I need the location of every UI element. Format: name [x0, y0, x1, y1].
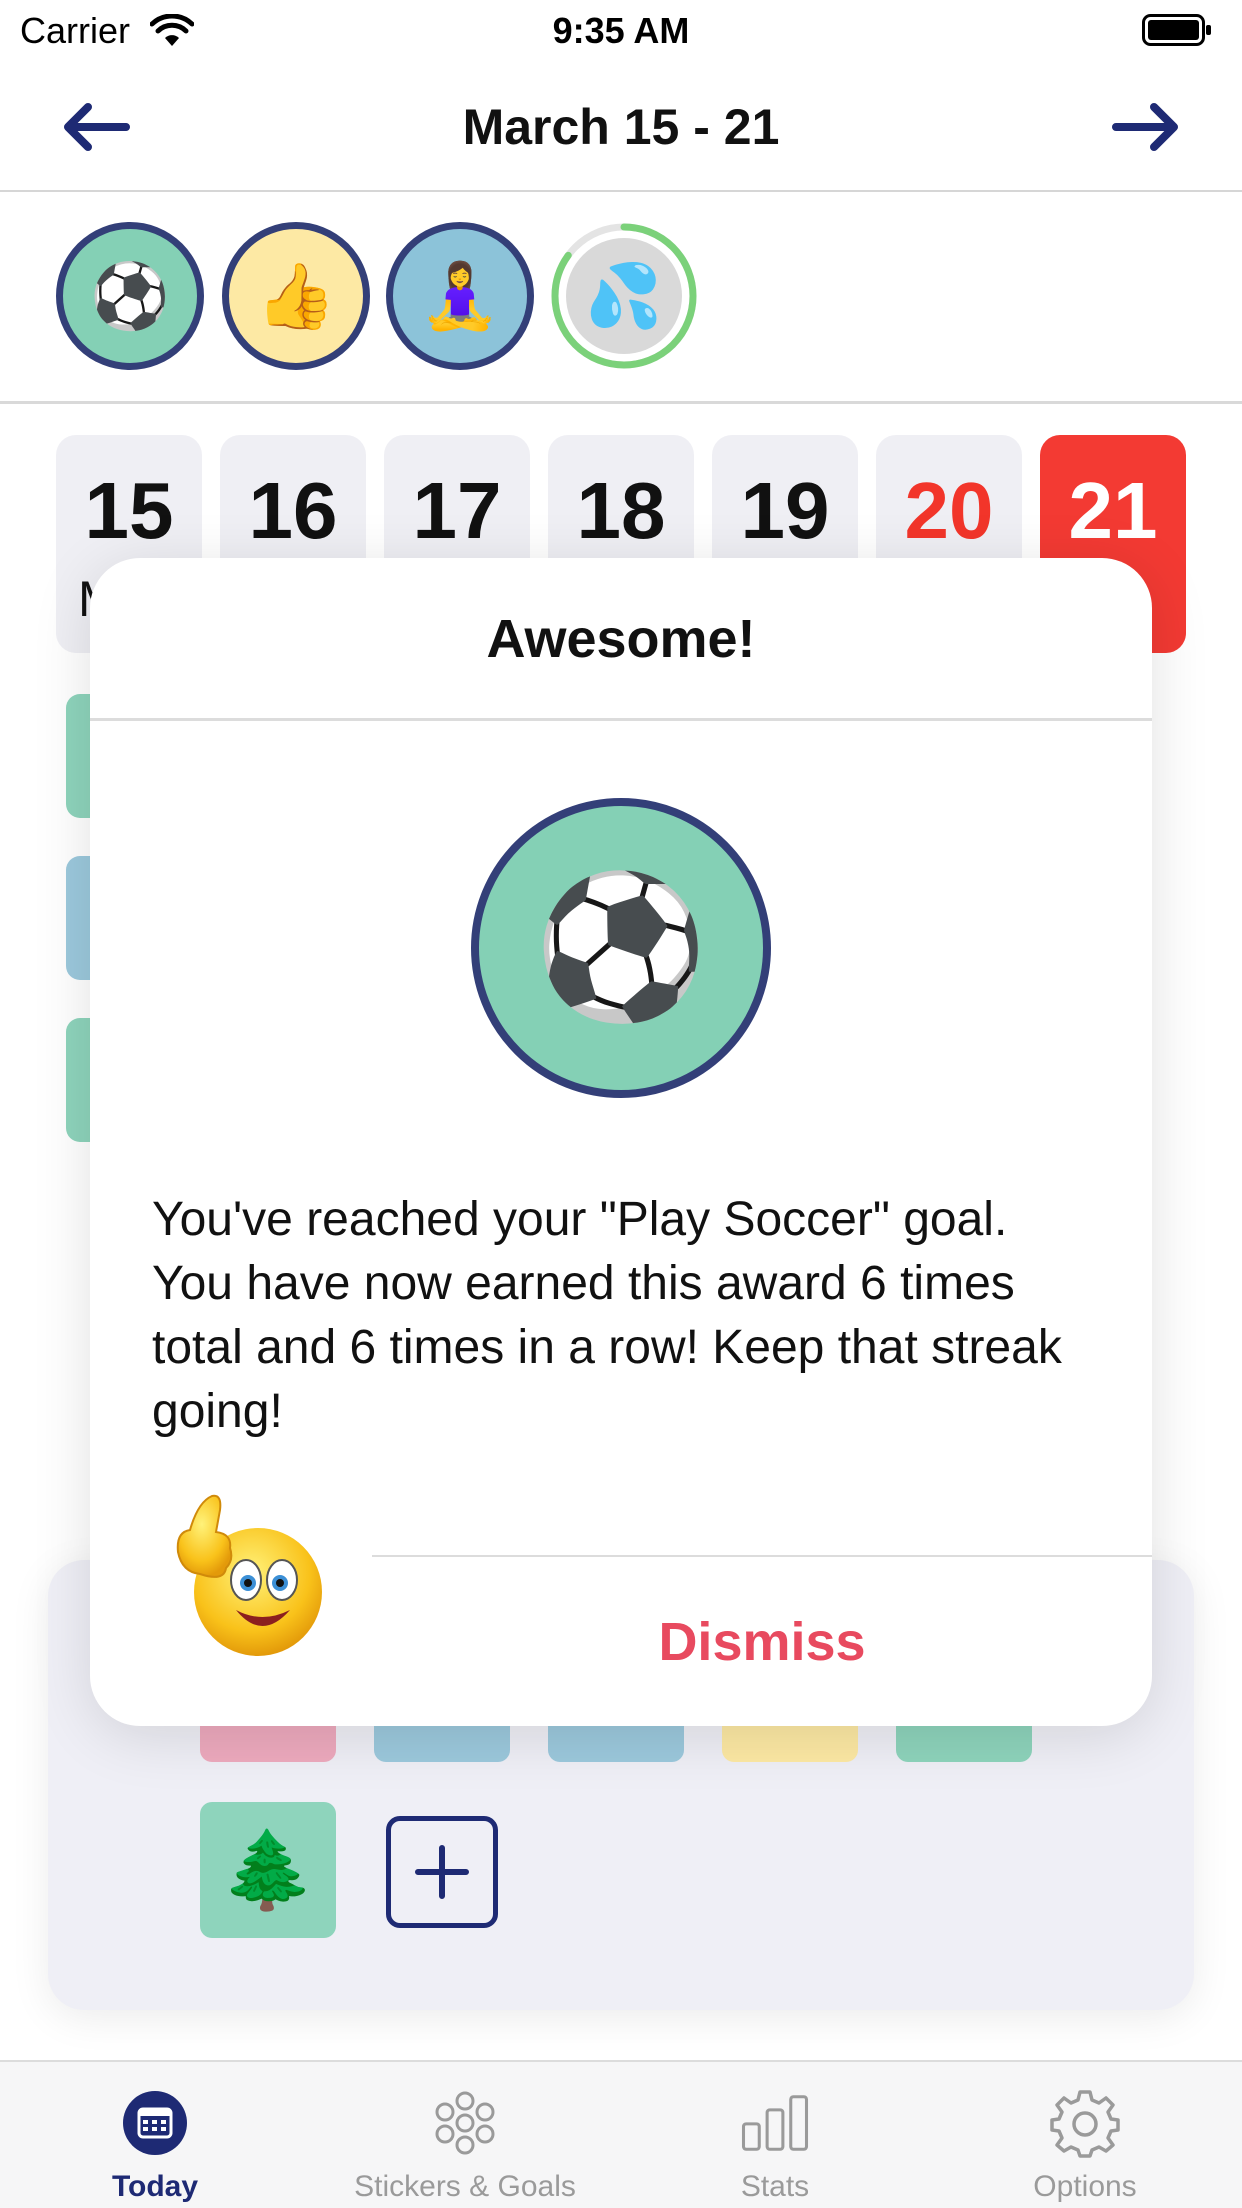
modal-divider — [90, 718, 1152, 721]
app-screen: Carrier 9:35 AM March 15 - 21 ⚽ — [0, 0, 1242, 2208]
soccer-ball-icon: ⚽ — [533, 868, 709, 1025]
next-week-button[interactable] — [1107, 92, 1187, 162]
tab-today[interactable]: Today — [0, 2062, 310, 2208]
tab-label: Stats — [740, 2170, 810, 2203]
award-message: You've reached your "Play Soccer" goal. … — [152, 1193, 1062, 1438]
tab-bar: Today Stickers & Goals Stats Options — [0, 2060, 1242, 2208]
day-number: 16 — [248, 466, 338, 555]
soccer-ball-icon: ⚽ — [90, 259, 170, 332]
thumbs-up-badge[interactable]: 👍 — [222, 222, 370, 370]
award-badge-row: ⚽ 👍 🧘‍♀️ 💦 — [0, 192, 1242, 404]
award-badge: ⚽ — [471, 798, 771, 1098]
day-number: 17 — [412, 466, 502, 555]
tab-stats[interactable]: Stats — [620, 2062, 930, 2208]
day-number: 18 — [576, 466, 666, 555]
award-modal: Awesome! ⚽ You've reached your "Play Soc… — [90, 558, 1152, 1726]
tab-label: Stickers & Goals — [354, 2170, 576, 2203]
meditation-badge[interactable]: 🧘‍♀️ — [386, 222, 534, 370]
modal-footer-divider — [372, 1555, 1152, 1557]
plus-icon — [415, 1845, 469, 1899]
tree-sticker-tile[interactable]: 🌲 — [200, 1802, 336, 1938]
calendar-icon — [120, 2088, 190, 2158]
modal-title: Awesome! — [486, 609, 756, 669]
add-sticker-button[interactable] — [386, 1816, 498, 1928]
gear-icon — [1050, 2088, 1120, 2158]
stickers-icon — [430, 2088, 500, 2158]
day-number: 19 — [740, 466, 830, 555]
tab-options[interactable]: Options — [930, 2062, 1240, 2208]
tab-label: Options — [1033, 2170, 1137, 2203]
sweat-droplets-icon: 💦 — [566, 238, 682, 354]
status-bar: Carrier 9:35 AM — [0, 0, 1242, 62]
dismiss-button[interactable]: Dismiss — [372, 1558, 1152, 1726]
status-time: 9:35 AM — [552, 10, 690, 51]
day-number: 21 — [1068, 466, 1158, 555]
person-meditating-icon: 🧘‍♀️ — [420, 259, 500, 332]
thumbs-up-smiley-icon — [176, 1494, 322, 1656]
thumbs-up-icon: 👍 — [256, 259, 336, 332]
water-badge-in-progress[interactable]: 💦 — [550, 222, 698, 370]
day-number: 15 — [84, 466, 174, 555]
soccer-badge[interactable]: ⚽ — [56, 222, 204, 370]
day-number: 20 — [904, 466, 994, 555]
tab-label: Today — [111, 2170, 199, 2203]
week-navigation: March 15 - 21 — [0, 62, 1242, 192]
arrow-right-icon — [1112, 103, 1178, 151]
bar-chart-icon — [740, 2088, 810, 2158]
battery-icon — [1142, 14, 1211, 46]
week-title: March 15 - 21 — [462, 99, 780, 155]
evergreen-tree-icon: 🌲 — [220, 1828, 316, 1913]
tab-stickers-goals[interactable]: Stickers & Goals — [310, 2062, 620, 2208]
